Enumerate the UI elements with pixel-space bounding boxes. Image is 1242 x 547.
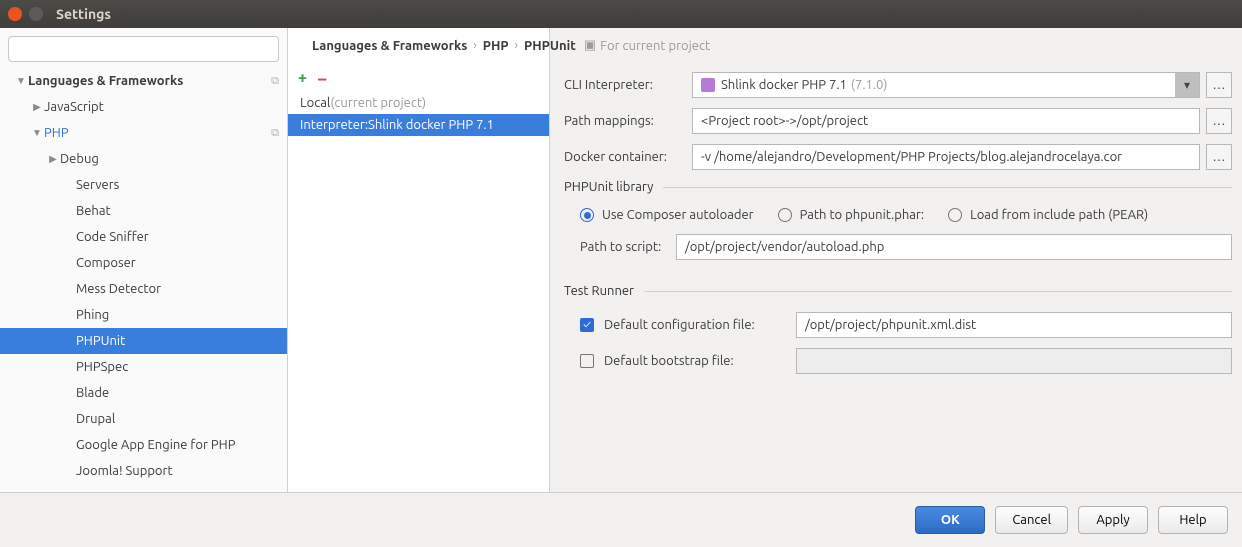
dialog-footer: OK Cancel Apply Help [0, 492, 1242, 547]
default-bootstrap-input [796, 348, 1232, 374]
tree-item-label: Blade [76, 386, 109, 400]
settings-tree[interactable]: ▼Languages & Frameworks⧉▶JavaScript▼PHP⧉… [0, 68, 287, 492]
tree-item-label: Languages & Frameworks [28, 74, 183, 88]
copy-icon: ⧉ [271, 127, 279, 140]
sidebar-item-phing[interactable]: Phing [0, 302, 287, 328]
sidebar-item-google-app-engine-for-php[interactable]: Google App Engine for PHP [0, 432, 287, 458]
help-button[interactable]: Help [1158, 506, 1228, 534]
docker-container-label: Docker container: [564, 150, 692, 164]
sidebar-item-joomla-support[interactable]: Joomla! Support [0, 458, 287, 484]
default-bootstrap-checkbox[interactable] [580, 354, 594, 368]
default-bootstrap-label: Default bootstrap file: [604, 354, 786, 368]
load-from-include-radio[interactable]: Load from include path (PEAR) [948, 208, 1148, 222]
add-button[interactable]: + [298, 70, 307, 88]
settings-sidebar: 🔍 ▼Languages & Frameworks⧉▶JavaScript▼PH… [0, 28, 288, 492]
tree-item-label: Google App Engine for PHP [76, 438, 235, 452]
tree-item-label: PHPSpec [76, 360, 128, 374]
path-to-phar-radio[interactable]: Path to phpunit.phar: [778, 208, 924, 222]
sidebar-item-blade[interactable]: Blade [0, 380, 287, 406]
chevron-right-icon: ▶ [46, 153, 60, 165]
chevron-down-icon: ▼ [30, 127, 44, 139]
docker-container-input[interactable]: -v /home/alejandro/Development/PHP Proje… [692, 144, 1200, 170]
titlebar: Settings [0, 0, 1242, 28]
form-panel: CLI Interpreter: Shlink docker PHP 7.1 (… [550, 28, 1242, 492]
project-icon: ▣ [584, 38, 596, 53]
chevron-right-icon: › [473, 39, 476, 52]
path-to-script-label: Path to script: [580, 240, 676, 254]
php-interpreter-icon [701, 78, 715, 92]
chevron-down-icon: ▾ [1175, 72, 1199, 98]
sidebar-item-languages-frameworks[interactable]: ▼Languages & Frameworks ⧉ [0, 68, 287, 94]
sidebar-item-composer[interactable]: Composer [0, 250, 287, 276]
radio-icon [580, 208, 594, 222]
sidebar-item-javascript[interactable]: ▶JavaScript [0, 94, 287, 120]
tree-item-label: Mess Detector [76, 282, 161, 296]
sidebar-item-debug[interactable]: ▶Debug [0, 146, 287, 172]
apply-button[interactable]: Apply [1078, 506, 1148, 534]
path-mappings-input[interactable]: <Project root>->/opt/project [692, 108, 1200, 134]
breadcrumb-part2: PHP [483, 39, 509, 53]
interpreter-list[interactable]: Local (current project)Interpreter: Shli… [288, 92, 549, 492]
close-window-icon[interactable] [8, 7, 22, 21]
chevron-right-icon: › [515, 39, 518, 52]
interpreter-list-item[interactable]: Interpreter: Shlink docker PHP 7.1 [288, 114, 549, 136]
ok-button[interactable]: OK [915, 506, 985, 534]
tree-item-label: Phing [76, 308, 109, 322]
sidebar-item-phpunit[interactable]: PHPUnit [0, 328, 287, 354]
browse-button[interactable]: … [1206, 72, 1232, 98]
tree-item-label: Servers [76, 178, 119, 192]
cli-interpreter-label: CLI Interpreter: [564, 78, 692, 92]
sidebar-item-phpspec[interactable]: PHPSpec [0, 354, 287, 380]
window-title: Settings [56, 6, 111, 22]
tree-item-label: Drupal [76, 412, 115, 426]
copy-icon: ⧉ [271, 75, 279, 88]
phpunit-library-fieldset: PHPUnit library Use Composer autoloader … [564, 180, 1232, 274]
minimize-window-icon[interactable] [29, 7, 43, 21]
interpreter-list-panel: + − Local (current project)Interpreter: … [288, 28, 550, 492]
cli-interpreter-combo[interactable]: Shlink docker PHP 7.1 (7.1.0) ▾ [692, 72, 1200, 98]
radio-icon [948, 208, 962, 222]
cancel-button[interactable]: Cancel [995, 506, 1068, 534]
path-mappings-label: Path mappings: [564, 114, 692, 128]
sidebar-item-drupal[interactable]: Drupal [0, 406, 287, 432]
tree-item-label: Code Sniffer [76, 230, 149, 244]
default-config-checkbox[interactable]: ✓ [580, 318, 594, 332]
search-input[interactable] [8, 36, 279, 62]
tree-item-label: Debug [60, 152, 99, 166]
sidebar-item-behat[interactable]: Behat [0, 198, 287, 224]
path-to-script-input[interactable]: /opt/project/vendor/autoload.php [676, 234, 1232, 260]
tree-item-label: Behat [76, 204, 111, 218]
chevron-right-icon: ▶ [30, 101, 44, 113]
breadcrumb-part3: PHPUnit [524, 39, 576, 53]
breadcrumb-note: ▣ For current project [584, 38, 710, 53]
interpreter-list-item[interactable]: Local (current project) [288, 92, 549, 114]
default-config-label: Default configuration file: [604, 318, 786, 332]
breadcrumb-part1: Languages & Frameworks [312, 39, 467, 53]
sidebar-item-code-sniffer[interactable]: Code Sniffer [0, 224, 287, 250]
use-composer-radio[interactable]: Use Composer autoloader [580, 208, 754, 222]
sidebar-item-servers[interactable]: Servers [0, 172, 287, 198]
default-config-input[interactable]: /opt/project/phpunit.xml.dist [796, 312, 1232, 338]
breadcrumb: Languages & Frameworks › PHP › PHPUnit ▣… [298, 28, 1234, 63]
remove-button[interactable]: − [317, 70, 327, 88]
radio-icon [778, 208, 792, 222]
tree-item-label: PHPUnit [76, 334, 125, 348]
test-runner-fieldset: Test Runner ✓ Default configuration file… [564, 284, 1232, 388]
tree-item-label: Joomla! Support [76, 464, 173, 478]
tree-item-label: PHP [44, 126, 69, 140]
sidebar-item-php[interactable]: ▼PHP ⧉ [0, 120, 287, 146]
tree-item-label: JavaScript [44, 100, 104, 114]
sidebar-item-mess-detector[interactable]: Mess Detector [0, 276, 287, 302]
browse-button[interactable]: … [1206, 108, 1232, 134]
chevron-down-icon: ▼ [14, 75, 28, 87]
browse-button[interactable]: … [1206, 144, 1232, 170]
tree-item-label: Composer [76, 256, 136, 270]
